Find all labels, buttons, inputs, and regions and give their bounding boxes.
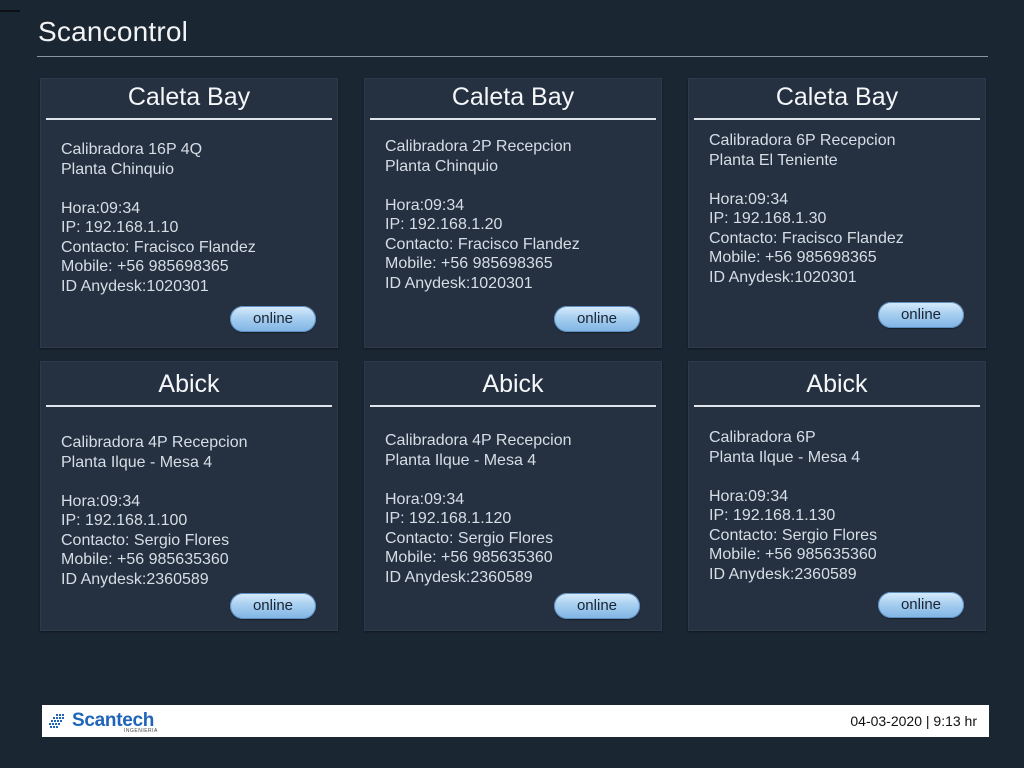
card-mobile: Mobile: +56 985635360 [385,549,553,566]
card-anydesk-id: ID Anydesk:2360589 [385,568,533,586]
device-card: Abick Calibradora 4P Recepcion Planta Il… [364,361,662,631]
device-card: Caleta Bay Calibradora 16P 4Q Planta Chi… [40,78,338,348]
card-mobile: Mobile: +56 985635360 [61,551,229,568]
card-ip: IP: 192.168.1.30 [709,210,827,227]
card-hora: Hora:09:34 [61,492,141,510]
card-contacto: Contacto: Fracisco Flandez [61,238,256,256]
footer-bar: Scantech INGENIERIA 04-03-2020 | 9:13 hr [42,705,989,737]
card-plant-name: Planta Ilque - Mesa 4 [385,451,537,469]
card-plant-name: Planta Chinquio [61,160,174,178]
card-spacer [385,470,571,490]
card-ip: IP: 192.168.1.120 [385,510,512,527]
scantech-logo-icon [49,714,64,728]
card-client-name: Abick [694,367,980,407]
card-contacto: Contacto: Fracisco Flandez [709,229,904,247]
card-anydesk-id: ID Anydesk:2360589 [709,565,857,583]
card-spacer [385,176,580,196]
card-client-name: Caleta Bay [46,80,332,120]
card-plant-name: Planta Chinquio [385,157,498,175]
card-ip: IP: 192.168.1.130 [709,507,836,524]
card-anydesk-id: ID Anydesk:2360589 [61,570,209,588]
device-card: Abick Calibradora 6P Planta Ilque - Mesa… [688,361,986,631]
card-device-name: Calibradora 2P Recepcion [385,138,572,155]
online-status-button[interactable]: online [878,592,964,618]
card-hora: Hora:09:34 [709,487,789,505]
card-plant-name: Planta Ilque - Mesa 4 [61,453,213,471]
card-contacto: Contacto: Sergio Flores [385,529,554,547]
card-anydesk-id: ID Anydesk:1020301 [709,268,857,286]
card-client-name: Abick [46,367,332,407]
card-details: Calibradora 4P Recepcion Planta Ilque - … [385,431,571,587]
card-device-name: Calibradora 6P [709,429,816,446]
card-ip: IP: 192.168.1.10 [61,219,179,236]
device-card: Caleta Bay Calibradora 2P Recepcion Plan… [364,78,662,348]
card-plant-name: Planta Ilque - Mesa 4 [709,448,861,466]
card-spacer [709,467,877,487]
card-contacto: Contacto: Fracisco Flandez [385,235,580,253]
online-status-button[interactable]: online [230,593,316,619]
card-details: Calibradora 4P Recepcion Planta Ilque - … [61,433,247,589]
card-device-name: Calibradora 4P Recepcion [61,434,248,451]
card-plant-name: Planta El Teniente [709,151,838,169]
card-client-name: Caleta Bay [694,80,980,120]
card-details: Calibradora 6P Recepcion Planta El Tenie… [709,131,904,287]
card-mobile: Mobile: +56 985635360 [709,546,877,563]
device-card: Abick Calibradora 4P Recepcion Planta Il… [40,361,338,631]
card-mobile: Mobile: +56 985698365 [61,258,229,275]
page-title: Scancontrol [38,16,189,47]
card-details: Calibradora 6P Planta Ilque - Mesa 4 Hor… [709,428,877,584]
card-hora: Hora:09:34 [385,490,465,508]
card-anydesk-id: ID Anydesk:1020301 [61,277,209,295]
card-hora: Hora:09:34 [61,199,141,217]
card-device-name: Calibradora 16P 4Q [61,141,203,158]
card-mobile: Mobile: +56 985698365 [385,255,553,272]
device-card-grid: Caleta Bay Calibradora 16P 4Q Planta Chi… [40,78,986,631]
card-details: Calibradora 2P Recepcion Planta Chinquio… [385,137,580,293]
card-device-name: Calibradora 6P Recepcion [709,132,896,149]
online-status-button[interactable]: online [554,306,640,332]
card-hora: Hora:09:34 [709,190,789,208]
card-ip: IP: 192.168.1.20 [385,216,503,233]
card-spacer [61,179,256,199]
card-contacto: Contacto: Sergio Flores [61,531,230,549]
card-anydesk-id: ID Anydesk:1020301 [385,274,533,292]
online-status-button[interactable]: online [230,306,316,332]
brand-subtitle: INGENIERIA [124,728,158,734]
card-spacer [61,472,247,492]
online-status-button[interactable]: online [554,593,640,619]
device-card: Caleta Bay Calibradora 6P Recepcion Plan… [688,78,986,348]
card-ip: IP: 192.168.1.100 [61,512,188,529]
card-spacer [709,170,904,190]
card-mobile: Mobile: +56 985698365 [709,249,877,266]
card-hora: Hora:09:34 [385,196,465,214]
card-client-name: Abick [370,367,656,407]
card-details: Calibradora 16P 4Q Planta Chinquio Hora:… [61,140,256,296]
card-client-name: Caleta Bay [370,80,656,120]
card-device-name: Calibradora 4P Recepcion [385,432,572,449]
window-corner-mark [0,10,20,12]
card-contacto: Contacto: Sergio Flores [709,526,878,544]
footer-datetime: 04-03-2020 | 9:13 hr [850,713,977,729]
title-divider [37,56,988,57]
online-status-button[interactable]: online [878,302,964,328]
